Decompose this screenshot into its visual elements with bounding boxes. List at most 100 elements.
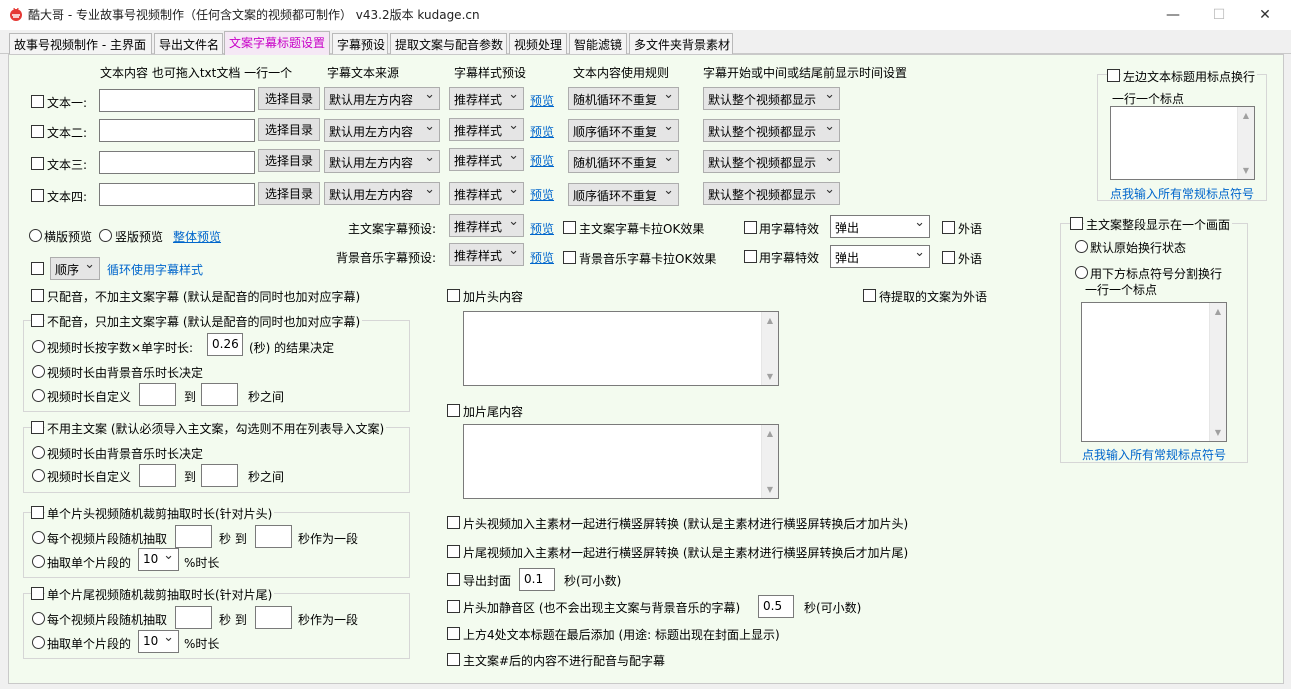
main-preset-preview-link[interactable]: 预览 [530, 220, 554, 237]
text3-style-select[interactable]: 推荐样式 [449, 148, 524, 171]
tail-random-radio[interactable] [32, 612, 45, 625]
scroll-down-icon[interactable]: ▼ [762, 481, 778, 498]
scroll-up-icon[interactable]: ▲ [762, 312, 778, 329]
nomain-max-input[interactable] [201, 464, 238, 487]
hash-skip-checkbox[interactable] [447, 653, 460, 666]
text1-input[interactable] [99, 89, 255, 112]
text3-rule-select[interactable]: 随机循环不重复 [568, 150, 679, 173]
tab-subtitle-presets[interactable]: 字幕预设 [332, 33, 388, 54]
split-punct-textarea[interactable]: ▲ ▼ [1081, 302, 1227, 442]
scroll-up-icon[interactable]: ▲ [1210, 303, 1226, 320]
music-preset-preview-link[interactable]: 预览 [530, 249, 554, 266]
minimize-button[interactable]: — [1150, 0, 1196, 30]
cycle-style-checkbox[interactable] [31, 262, 44, 275]
text3-preview-link[interactable]: 预览 [530, 152, 554, 169]
text1-checkbox[interactable] [31, 95, 44, 108]
tail-clip-checkbox[interactable] [31, 587, 44, 600]
text1-style-select[interactable]: 推荐样式 [449, 87, 524, 110]
tail-content-scrollbar[interactable]: ▲ ▼ [761, 425, 778, 498]
cover-time-input[interactable]: 0.1 [519, 568, 555, 591]
tail-percent-radio[interactable] [32, 636, 45, 649]
duration-by-chars-radio[interactable] [32, 340, 45, 353]
text4-source-select[interactable]: 默认用左方内容 [324, 182, 440, 205]
tail-min-input[interactable] [175, 606, 212, 629]
title-last-checkbox[interactable] [447, 627, 460, 640]
text2-checkbox[interactable] [31, 125, 44, 138]
text4-browse-button[interactable]: 选择目录 [258, 182, 320, 205]
text1-browse-button[interactable]: 选择目录 [258, 87, 320, 110]
text4-display-select[interactable]: 默认整个视频都显示 [703, 182, 840, 205]
duration-min-input[interactable] [139, 383, 176, 406]
foreign-pending-checkbox[interactable] [863, 289, 876, 302]
silence-checkbox[interactable] [447, 600, 460, 613]
scroll-down-icon[interactable]: ▼ [1238, 162, 1254, 179]
text3-input[interactable] [99, 151, 255, 174]
tail-content-textarea[interactable]: ▲ ▼ [463, 424, 779, 499]
text4-style-select[interactable]: 推荐样式 [449, 182, 524, 205]
text3-display-select[interactable]: 默认整个视频都显示 [703, 150, 840, 173]
only-dub-checkbox[interactable] [31, 289, 44, 302]
nomain-duration-music-radio[interactable] [32, 446, 45, 459]
head-max-input[interactable] [255, 525, 292, 548]
title-punct-textarea[interactable]: ▲ ▼ [1110, 106, 1255, 180]
text1-preview-link[interactable]: 预览 [530, 92, 554, 109]
tab-smart-filters[interactable]: 智能滤镜 [569, 33, 627, 54]
text1-display-select[interactable]: 默认整个视频都显示 [703, 87, 840, 110]
main-effect-checkbox[interactable] [744, 221, 757, 234]
text3-checkbox[interactable] [31, 157, 44, 170]
tab-main[interactable]: 故事号视频制作 - 主界面 [9, 33, 152, 54]
head-content-textarea[interactable]: ▲ ▼ [463, 311, 779, 386]
tail-max-input[interactable] [255, 606, 292, 629]
text2-style-select[interactable]: 推荐样式 [449, 118, 524, 141]
music-preset-select[interactable]: 推荐样式 [449, 243, 524, 266]
title-punct-checkbox[interactable] [1107, 69, 1120, 82]
head-percent-radio[interactable] [32, 555, 45, 568]
duration-max-input[interactable] [201, 383, 238, 406]
scroll-up-icon[interactable]: ▲ [762, 425, 778, 442]
text3-source-select[interactable]: 默认用左方内容 [324, 150, 440, 173]
text2-input[interactable] [99, 119, 255, 142]
export-cover-checkbox[interactable] [447, 573, 460, 586]
head-percent-select[interactable]: 10 [138, 548, 179, 571]
head-convert-checkbox[interactable] [447, 516, 460, 529]
text2-browse-button[interactable]: 选择目录 [258, 118, 320, 141]
title-punct-input-link[interactable]: 点我输入所有常规标点符号 [1110, 185, 1254, 202]
title-punct-scrollbar[interactable]: ▲ ▼ [1237, 107, 1254, 179]
nomain-min-input[interactable] [139, 464, 176, 487]
split-punct-scrollbar[interactable]: ▲ ▼ [1209, 303, 1226, 441]
music-foreign-checkbox[interactable] [942, 251, 955, 264]
main-karaoke-checkbox[interactable] [563, 221, 576, 234]
text4-checkbox[interactable] [31, 189, 44, 202]
duration-by-music-radio[interactable] [32, 365, 45, 378]
music-effect-checkbox[interactable] [744, 250, 757, 263]
head-content-scrollbar[interactable]: ▲ ▼ [761, 312, 778, 385]
punct-split-radio[interactable] [1075, 266, 1088, 279]
main-foreign-checkbox[interactable] [942, 221, 955, 234]
head-random-radio[interactable] [32, 531, 45, 544]
add-tail-checkbox[interactable] [447, 404, 460, 417]
text3-browse-button[interactable]: 选择目录 [258, 149, 320, 172]
main-preset-select[interactable]: 推荐样式 [449, 214, 524, 237]
head-min-input[interactable] [175, 525, 212, 548]
text2-rule-select[interactable]: 顺序循环不重复 [568, 119, 679, 142]
tab-text-subtitle-settings[interactable]: 文案字幕标题设置 [224, 31, 330, 55]
tail-convert-checkbox[interactable] [447, 545, 460, 558]
music-effect-select[interactable]: 弹出 [830, 245, 930, 268]
main-effect-select[interactable]: 弹出 [830, 215, 930, 238]
no-dub-checkbox[interactable] [31, 314, 44, 327]
split-punct-input-link[interactable]: 点我输入所有常规标点符号 [1082, 446, 1226, 463]
text1-rule-select[interactable]: 随机循环不重复 [568, 87, 679, 110]
text4-preview-link[interactable]: 预览 [530, 186, 554, 203]
scroll-down-icon[interactable]: ▼ [762, 368, 778, 385]
text2-source-select[interactable]: 默认用左方内容 [324, 119, 440, 142]
tail-percent-select[interactable]: 10 [138, 630, 179, 653]
music-karaoke-checkbox[interactable] [563, 251, 576, 264]
close-button[interactable]: ✕ [1242, 0, 1288, 30]
text2-preview-link[interactable]: 预览 [530, 123, 554, 140]
cycle-style-link[interactable]: 循环使用字幕样式 [107, 261, 203, 278]
tab-multi-folder-bg[interactable]: 多文件夹背景素材 [629, 33, 733, 54]
add-head-checkbox[interactable] [447, 289, 460, 302]
horizontal-preview-radio[interactable] [29, 229, 42, 242]
cycle-order-select[interactable]: 顺序 [50, 257, 100, 280]
scroll-up-icon[interactable]: ▲ [1238, 107, 1254, 124]
